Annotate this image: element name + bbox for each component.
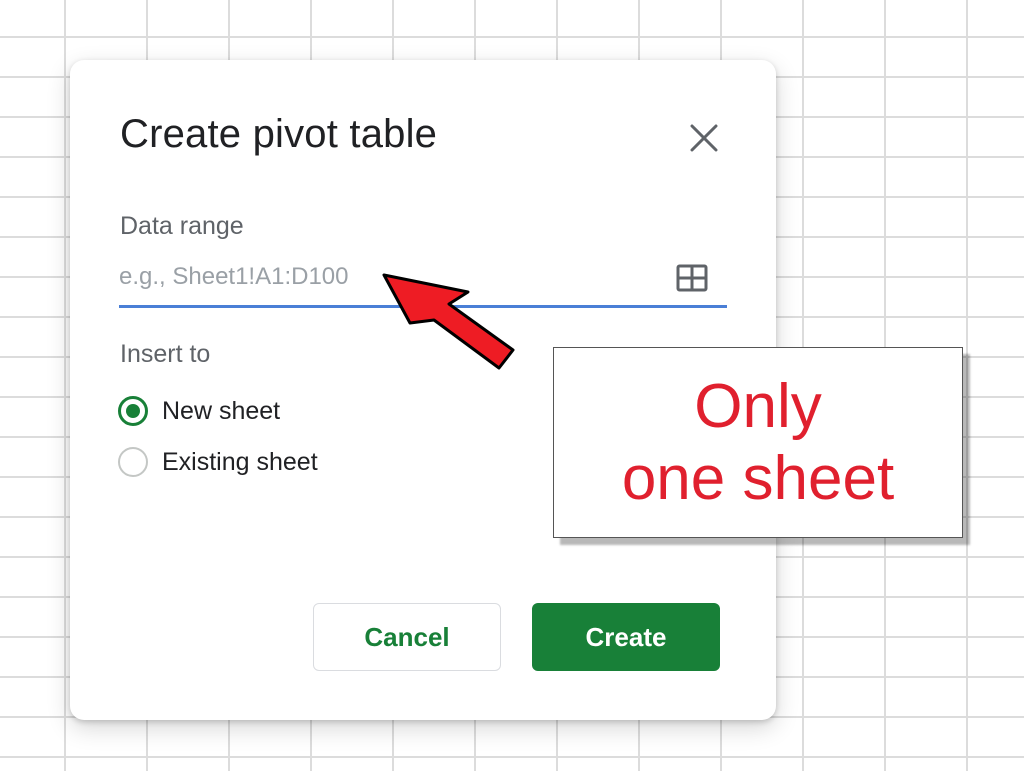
radio-existing-sheet-label: Existing sheet [162, 447, 318, 476]
close-icon [690, 124, 718, 152]
annotation-line-2: one sheet [621, 443, 895, 513]
cancel-button[interactable]: Cancel [313, 603, 501, 671]
create-button[interactable]: Create [532, 603, 720, 671]
insert-to-label: Insert to [120, 340, 211, 368]
data-range-underline [119, 305, 727, 308]
dialog-title: Create pivot table [120, 112, 438, 156]
close-button[interactable] [682, 116, 726, 160]
radio-button-unchecked[interactable] [118, 447, 148, 477]
radio-existing-sheet[interactable]: Existing sheet [118, 447, 318, 477]
radio-dot [126, 404, 140, 418]
radio-button-checked[interactable] [118, 396, 148, 426]
annotation-callout: Only one sheet [553, 347, 963, 538]
grid-icon [676, 264, 708, 292]
data-range-input[interactable] [119, 252, 659, 302]
select-data-range-button[interactable] [674, 260, 710, 296]
annotation-line-1: Only [694, 371, 822, 441]
radio-new-sheet-label: New sheet [162, 396, 281, 425]
radio-new-sheet[interactable]: New sheet [118, 396, 280, 426]
data-range-label: Data range [120, 212, 244, 240]
